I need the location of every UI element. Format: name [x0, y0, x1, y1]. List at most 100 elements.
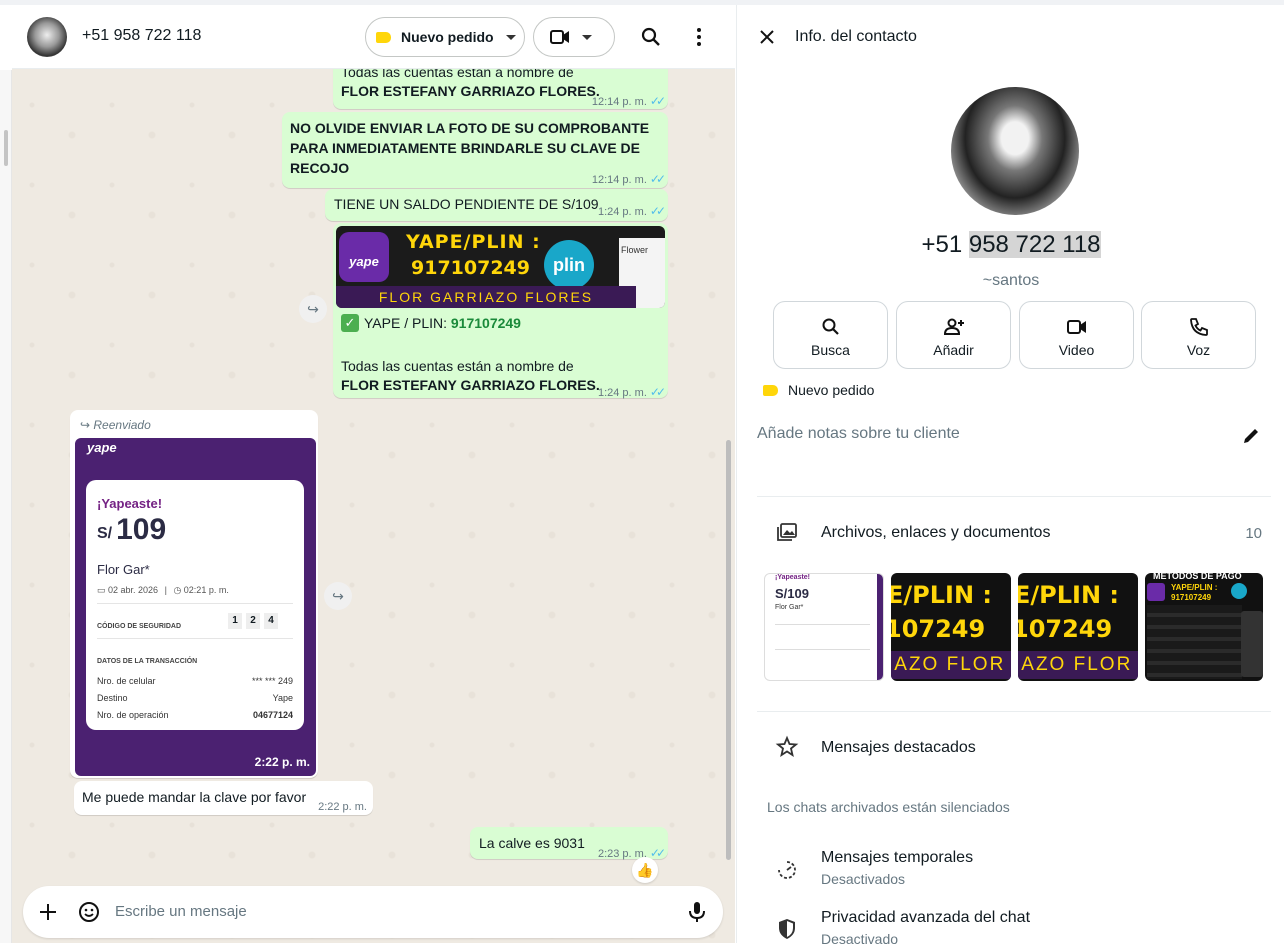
video-icon	[1066, 320, 1086, 334]
message-text: Me puede mandar la clave por favor	[82, 789, 307, 805]
chat-title[interactable]: +51 958 722 118	[82, 27, 201, 45]
message-meta: 12:14 p. m. ✓✓	[591, 91, 666, 112]
phone-prefix: +51	[921, 231, 969, 258]
receipt-name: Flor Gar*	[97, 562, 150, 577]
message-text: YAPE / PLIN:	[364, 315, 451, 331]
thumb-phone	[1241, 611, 1263, 677]
sticker-icon[interactable]	[78, 901, 100, 923]
starred-messages-row[interactable]: Mensajes destacados	[821, 739, 976, 757]
thumb-text: E/PLIN :	[1018, 581, 1120, 609]
label-text: Nuevo pedido	[401, 29, 494, 45]
message-time: 12:14 p. m.	[591, 174, 647, 186]
search-button[interactable]: Busca	[773, 301, 888, 369]
add-button[interactable]: Añadir	[896, 301, 1011, 369]
receipt-date: 02 abr. 2026	[108, 585, 159, 595]
chevron-down-icon	[582, 34, 592, 40]
close-icon[interactable]	[759, 29, 775, 45]
message-time: 1:24 p. m.	[597, 387, 647, 399]
thumb-text: IAZO FLOR	[1018, 651, 1138, 679]
message-outgoing[interactable]: yape YAPE/PLIN : 917107249 plin Flower F…	[333, 223, 668, 399]
voice-call-button[interactable]: Voz	[1141, 301, 1256, 369]
calendar-icon: ▭	[97, 585, 109, 595]
disappearing-messages-row[interactable]: Mensajes temporales	[821, 849, 973, 867]
message-outgoing[interactable]: TIENE UN SALDO PENDIENTE DE S/109 1:24 p…	[325, 189, 668, 221]
chat-area[interactable]: Todas las cuentas están a nombre de FLOR…	[12, 5, 735, 943]
avatar[interactable]	[27, 17, 67, 57]
message-incoming[interactable]: ↪ Reenviado yape ¡Yapeaste! S/ 109 Flor …	[70, 410, 318, 778]
receipt-amount: S/ 109	[97, 515, 166, 545]
thumb-border	[877, 574, 883, 680]
scroll-thumb[interactable]	[4, 130, 8, 166]
message-time: 12:14 p. m.	[591, 96, 647, 108]
divider	[757, 496, 1271, 497]
security-digit: 2	[246, 613, 260, 629]
divider	[97, 638, 293, 639]
message-outgoing[interactable]: NO OLVIDE ENVIAR LA FOTO DE SU COMPROBAN…	[282, 112, 668, 188]
phone-number: 958 722 118	[968, 231, 1101, 258]
message-incoming[interactable]: Me puede mandar la clave por favor 2:22 …	[74, 781, 373, 815]
receipt-card: ¡Yapeaste! S/ 109 Flor Gar* ▭ 02 abr. 20…	[86, 480, 304, 730]
reaction-badge[interactable]: 👍	[632, 857, 658, 883]
yape-plin-banner-image[interactable]: yape YAPE/PLIN : 917107249 plin Flower F…	[336, 226, 665, 308]
label-dropdown-button[interactable]: Nuevo pedido	[365, 17, 525, 57]
thumb-list	[1147, 605, 1242, 679]
menu-icon[interactable]	[687, 25, 711, 49]
read-ticks-icon: ✓✓	[649, 204, 666, 218]
message-text: FLOR ESTEFANY GARRIAZO FLORES.	[341, 377, 600, 393]
yape-logo	[1147, 583, 1165, 601]
thumb-text: YAPE/PLIN :	[1171, 583, 1218, 592]
page-scrollbar[interactable]	[0, 70, 12, 943]
contact-alias: ~santos	[982, 272, 1040, 289]
action-label: Busca	[811, 342, 850, 358]
notes-field[interactable]: Añade notas sobre tu cliente	[757, 425, 960, 443]
forward-icon[interactable]: ↪	[324, 582, 352, 610]
mic-icon[interactable]	[687, 901, 707, 923]
call-dropdown-button[interactable]	[533, 17, 615, 57]
thumb-text: 107249	[891, 615, 986, 643]
advanced-privacy-row[interactable]: Privacidad avanzada del chat	[821, 909, 1030, 927]
message-composer: Escribe un mensaje	[23, 886, 723, 938]
receipt-image[interactable]: yape ¡Yapeaste! S/ 109 Flor Gar* ▭ 02 ab…	[75, 438, 316, 776]
advanced-privacy-status: Desactivado	[821, 931, 899, 947]
message-meta: 1:24 p. m. ✓✓	[597, 382, 666, 403]
message-meta: 1:24 p. m. ✓✓	[597, 201, 666, 222]
disappearing-messages-status: Desactivados	[821, 871, 906, 887]
chevron-down-icon	[505, 34, 516, 40]
message-text: La calve es 9031	[479, 835, 585, 851]
pencil-icon[interactable]	[1241, 426, 1261, 446]
contact-avatar[interactable]	[951, 87, 1079, 215]
separator: |	[164, 585, 167, 595]
thumb-text: E/PLIN :	[891, 581, 993, 609]
media-thumbnail[interactable]: E/PLIN : 107249 IAZO FLOR	[891, 573, 1011, 681]
receipt-row-key: Nro. de celular	[97, 676, 156, 686]
message-time: 2:22 p. m.	[318, 801, 367, 813]
message-time: 1:24 p. m.	[597, 206, 647, 218]
message-outgoing[interactable]: La calve es 9031 2:23 p. m. ✓✓	[470, 827, 668, 860]
receipt-row-key: Destino	[97, 693, 128, 703]
label-text: Nuevo pedido	[788, 382, 875, 398]
message-input[interactable]: Escribe un mensaje	[115, 903, 247, 920]
media-thumbnail[interactable]: ¡Yapeaste! S/109 Flor Gar*	[764, 573, 884, 681]
phone-icon	[1189, 318, 1208, 336]
contact-label[interactable]: Nuevo pedido	[763, 382, 874, 398]
plus-icon[interactable]	[39, 903, 57, 921]
action-label: Voz	[1186, 342, 1211, 358]
files-row[interactable]: Archivos, enlaces y documentos	[821, 524, 1050, 542]
forward-icon[interactable]: ↪	[299, 295, 327, 323]
media-thumbnail[interactable]: METODOS DE PAGO YAPE/PLIN : 917107249	[1145, 573, 1263, 681]
search-icon[interactable]	[639, 25, 663, 49]
security-digit: 1	[228, 613, 242, 629]
read-ticks-icon: ✓✓	[649, 385, 666, 399]
banner-name: FLOR GARRIAZO FLORES	[336, 286, 636, 308]
media-thumbnail[interactable]: E/PLIN : 107249 IAZO FLOR	[1018, 573, 1138, 681]
action-label: Video	[1058, 342, 1095, 358]
message-phone-link[interactable]: 917107249	[451, 313, 521, 333]
message-text: NO OLVIDE ENVIAR LA FOTO DE SU COMPROBAN…	[290, 120, 650, 136]
chat-scrollbar[interactable]	[726, 440, 731, 860]
divider	[97, 603, 293, 604]
receipt-row: Nro. de operación 04677124	[97, 705, 293, 725]
divider	[775, 624, 870, 625]
plin-logo	[1231, 583, 1247, 599]
video-call-button[interactable]: Video	[1019, 301, 1134, 369]
thumb-text: ¡Yapeaste!	[775, 574, 811, 581]
